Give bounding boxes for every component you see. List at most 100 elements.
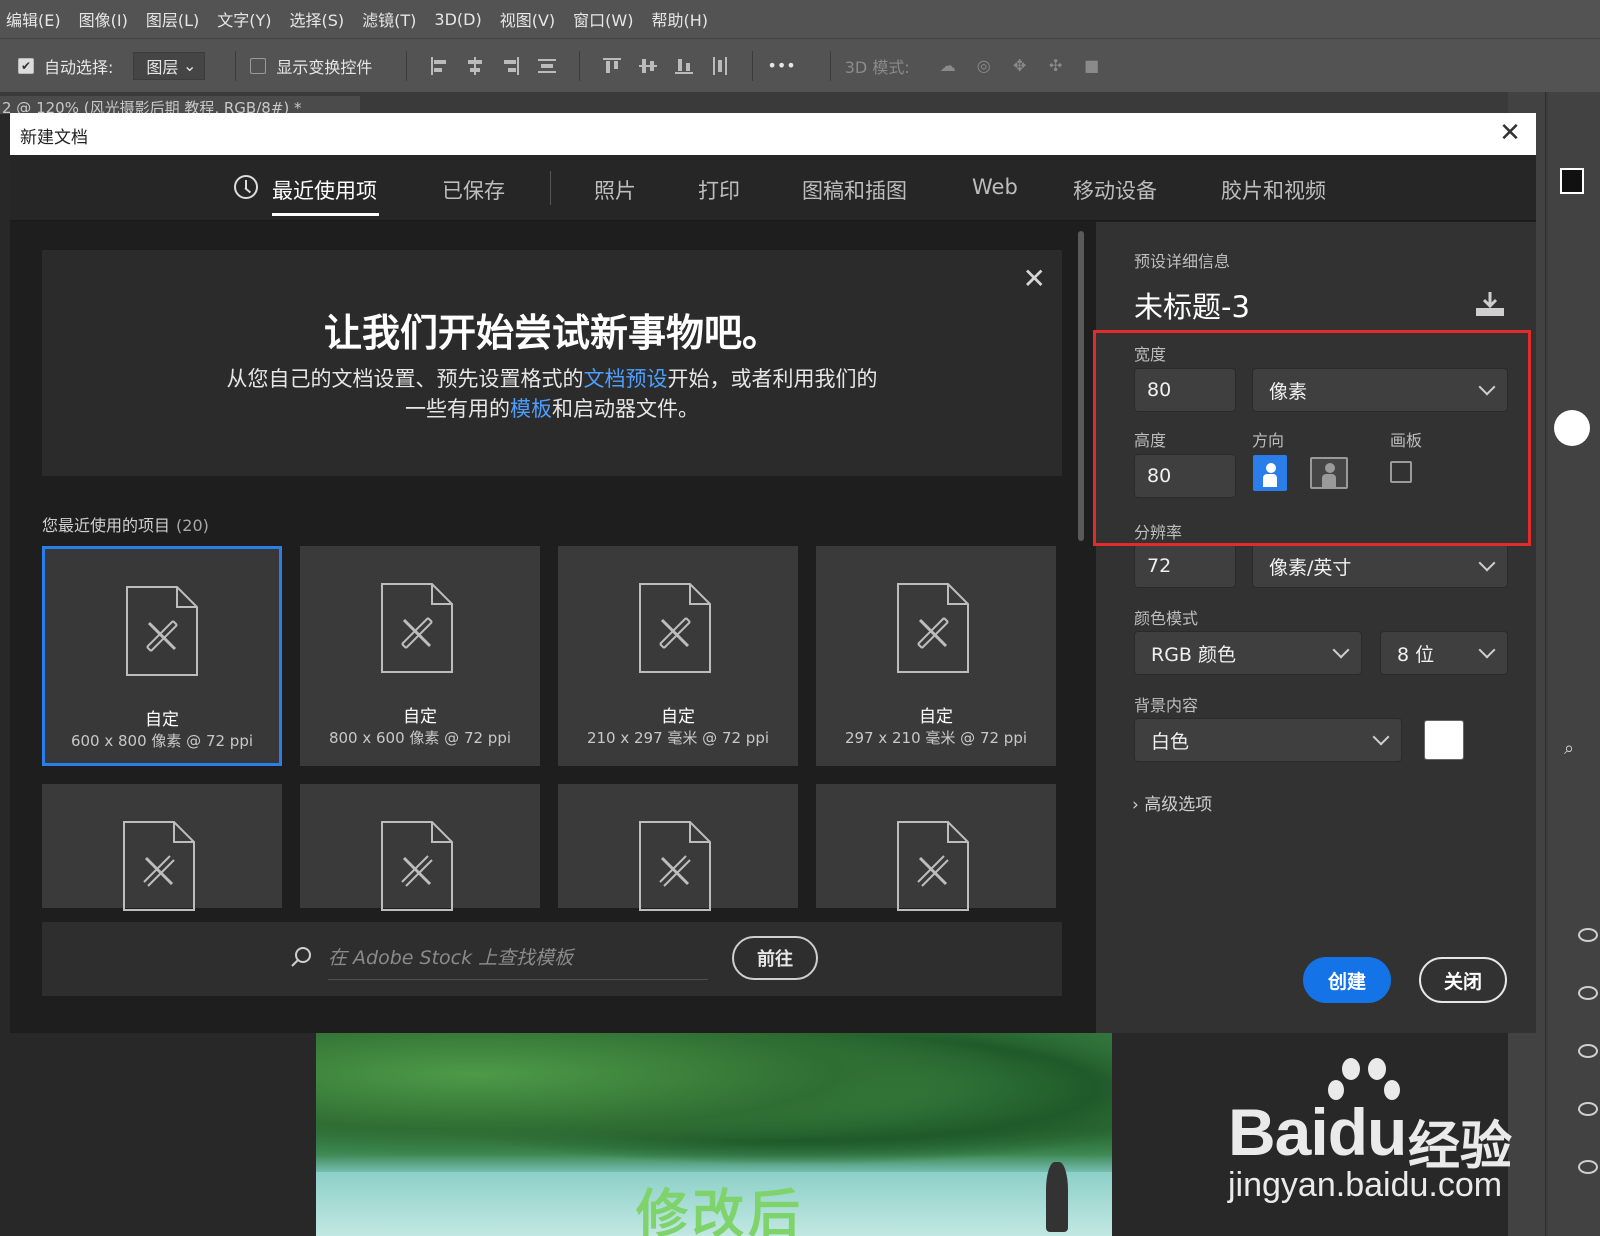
brush-preview-icon xyxy=(1554,410,1590,446)
color-mode-dropdown[interactable]: RGB 颜色 xyxy=(1134,631,1362,675)
document-icon xyxy=(897,821,969,911)
eye-icon[interactable] xyxy=(1578,986,1598,1000)
eye-icon[interactable] xyxy=(1578,1160,1598,1174)
close-icon[interactable]: ✕ xyxy=(1023,262,1046,295)
go-button[interactable]: 前往 xyxy=(732,936,818,980)
background-dropdown[interactable]: 白色 xyxy=(1134,718,1402,762)
menu-edit[interactable]: 编辑(E) xyxy=(0,7,73,31)
tab-print[interactable]: 打印 xyxy=(698,175,740,205)
divider xyxy=(752,50,754,81)
menu-filter[interactable]: 滤镜(T) xyxy=(356,7,428,31)
tab-photo[interactable]: 照片 xyxy=(594,175,636,205)
preset-card[interactable] xyxy=(42,784,282,911)
advanced-options-toggle[interactable]: › 高级选项 xyxy=(1132,790,1212,815)
clock-icon xyxy=(234,175,258,199)
resolution-unit-value: 像素/英寸 xyxy=(1269,556,1352,579)
preset-card[interactable]: 自定 210 x 297 毫米 @ 72 ppi xyxy=(558,546,798,766)
menu-window[interactable]: 窗口(W) xyxy=(567,7,645,31)
eye-icon[interactable] xyxy=(1578,1044,1598,1058)
chevron-down-icon xyxy=(1478,554,1496,572)
auto-select-checkbox[interactable]: ✔ xyxy=(18,57,34,74)
bit-depth-dropdown[interactable]: 8 位 xyxy=(1380,631,1508,675)
bit-depth-value: 8 位 xyxy=(1397,643,1435,666)
distribute-icon[interactable] xyxy=(535,54,559,78)
menu-type[interactable]: 文字(Y) xyxy=(211,7,283,31)
orbit-3d-icon[interactable]: ☁ xyxy=(936,54,960,78)
divider xyxy=(235,50,237,81)
preset-dims: 800 x 600 像素 @ 72 ppi xyxy=(328,729,512,747)
document-icon xyxy=(126,586,198,676)
preset-name-field[interactable]: 未标题-3 xyxy=(1134,284,1250,326)
menu-layer[interactable]: 图层(L) xyxy=(140,7,211,31)
more-options-button[interactable]: ••• xyxy=(767,56,795,75)
foreground-color-swatch[interactable] xyxy=(1560,168,1584,194)
canvas-image[interactable]: 修改后 xyxy=(316,1032,1112,1236)
preset-card[interactable] xyxy=(816,784,1056,911)
camera-3d-icon[interactable]: ■ xyxy=(1080,54,1104,78)
tab-film-video[interactable]: 胶片和视频 xyxy=(1221,175,1326,205)
align-right-icon[interactable] xyxy=(499,54,523,78)
resolution-unit-dropdown[interactable]: 像素/英寸 xyxy=(1252,544,1508,588)
show-transform-checkbox[interactable] xyxy=(250,57,267,74)
align-top-icon[interactable] xyxy=(600,54,624,78)
dialog-titlebar: 新建文档 ✕ xyxy=(10,113,1536,155)
auto-select-dropdown[interactable]: 图层 ⌄ xyxy=(133,51,206,80)
tab-art-illustration[interactable]: 图稿和插图 xyxy=(802,175,907,205)
menu-view[interactable]: 视图(V) xyxy=(494,7,567,31)
pan-3d-icon[interactable]: ✥ xyxy=(1008,54,1032,78)
divider xyxy=(550,171,551,205)
close-button[interactable]: 关闭 xyxy=(1419,957,1507,1003)
preset-card[interactable] xyxy=(558,784,798,911)
panel-column: ⌕ xyxy=(1548,92,1600,1236)
distribute-vertical-icon[interactable] xyxy=(708,54,732,78)
document-icon xyxy=(639,821,711,911)
mode-3d-label: 3D 模式: xyxy=(844,57,910,77)
close-icon[interactable]: ✕ xyxy=(1496,119,1524,147)
document-icon xyxy=(381,583,453,673)
align-left-icon[interactable] xyxy=(427,54,451,78)
document-icon xyxy=(897,583,969,673)
menu-3d[interactable]: 3D(D) xyxy=(428,10,493,29)
resolution-input[interactable] xyxy=(1134,544,1236,588)
document-icon xyxy=(639,583,711,673)
chevron-right-icon: › xyxy=(1132,795,1139,815)
roll-3d-icon[interactable]: ◎ xyxy=(972,54,996,78)
preset-card[interactable]: 自定 297 x 210 毫米 @ 72 ppi xyxy=(816,546,1056,766)
tab-recent[interactable]: 最近使用项 xyxy=(272,175,377,205)
background-label: 背景内容 xyxy=(1134,696,1199,715)
save-preset-icon[interactable] xyxy=(1474,288,1506,318)
menu-help[interactable]: 帮助(H) xyxy=(645,7,720,31)
presets-scrollbar[interactable] xyxy=(1078,231,1084,541)
highlight-annotation xyxy=(1093,330,1531,546)
document-tab[interactable]: 2 @ 120% (风光摄影后期 教程, RGB/8#) * xyxy=(0,96,360,114)
preset-card[interactable] xyxy=(300,784,540,911)
recent-count: (20) xyxy=(176,516,209,535)
document-tab-strip: 2 @ 120% (风光摄影后期 教程, RGB/8#) * xyxy=(0,92,1510,114)
align-bottom-icon[interactable] xyxy=(672,54,696,78)
options-bar: ✔ 自动选择: 图层 ⌄ 显示变换控件 ••• 3D 模式: ☁ ◎ ✥ ✣ ■ xyxy=(0,38,1600,92)
align-middle-icon[interactable] xyxy=(636,54,660,78)
create-button[interactable]: 创建 xyxy=(1303,957,1391,1003)
search-icon[interactable]: ⌕ xyxy=(1558,738,1580,760)
eye-icon[interactable] xyxy=(1578,1102,1598,1116)
menu-image[interactable]: 图像(I) xyxy=(73,7,140,31)
align-center-icon[interactable] xyxy=(463,54,487,78)
document-presets-link[interactable]: 文档预设 xyxy=(584,367,668,391)
slide-3d-icon[interactable]: ✣ xyxy=(1044,54,1068,78)
background-color-swatch[interactable] xyxy=(1424,720,1464,760)
watermark-brand: Baidu xyxy=(1228,1095,1407,1169)
templates-link[interactable]: 模板 xyxy=(510,397,552,421)
preset-name: 自定 xyxy=(919,707,953,727)
tab-saved[interactable]: 已保存 xyxy=(442,175,505,205)
active-tab-underline xyxy=(272,213,379,216)
preset-dims: 297 x 210 毫米 @ 72 ppi xyxy=(844,729,1028,747)
tab-web[interactable]: Web xyxy=(972,175,1018,199)
eye-icon[interactable] xyxy=(1578,928,1598,942)
stock-search-input[interactable] xyxy=(328,936,708,980)
divider xyxy=(406,50,408,81)
preset-card[interactable]: 自定 800 x 600 像素 @ 72 ppi xyxy=(300,546,540,766)
preset-card[interactable]: 自定 600 x 800 像素 @ 72 ppi xyxy=(42,546,282,766)
tab-mobile[interactable]: 移动设备 xyxy=(1073,175,1157,205)
menu-select[interactable]: 选择(S) xyxy=(284,7,357,31)
color-mode-label: 颜色模式 xyxy=(1134,609,1199,628)
